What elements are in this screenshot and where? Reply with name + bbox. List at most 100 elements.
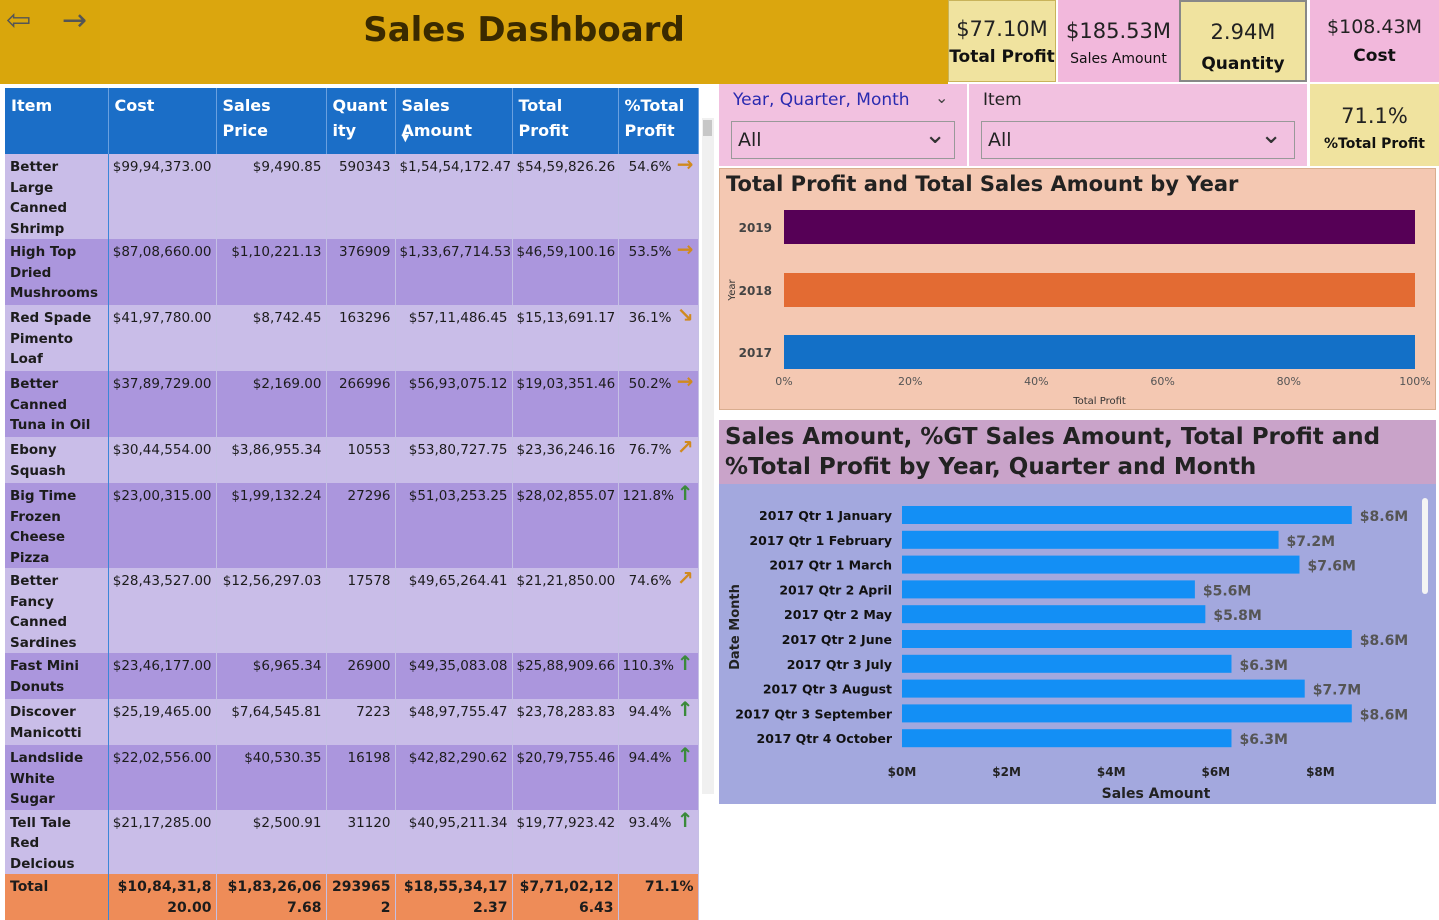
kpi-quantity: 2.94M Quantity xyxy=(1179,0,1307,82)
table-cell-item: Better Large Canned Shrimp xyxy=(5,154,109,239)
forward-icon[interactable]: → xyxy=(62,4,87,38)
table-cell-pct: 94.4% ↑ xyxy=(618,743,699,810)
cell-value: $3,86,955.34 xyxy=(231,442,322,458)
table-row[interactable]: Discover Manicotti $25,19,465.00 $7,64,545… xyxy=(5,699,699,745)
x-tick-label: $4M xyxy=(1097,765,1126,779)
cell-value: Discover Manicotti xyxy=(10,704,82,741)
x-tick-label: $0M xyxy=(888,765,917,779)
total-cell-profit: $7,71,02,126.43 xyxy=(512,874,619,920)
column-header-total-profit[interactable]: Total Profit xyxy=(512,88,619,154)
cell-value: $1,33,67,714.53 xyxy=(399,244,512,260)
table-row[interactable]: Ebony Squash $30,44,554.00 $3,86,955.34 105… xyxy=(5,437,699,483)
cell-value: $87,08,660.00 xyxy=(112,244,212,260)
chevron-down-icon[interactable]: ⌄ xyxy=(924,120,946,150)
cell-value: $25,19,465.00 xyxy=(112,704,212,720)
table-cell-item: Ebony Squash xyxy=(5,437,109,483)
table-cell-price: $3,86,955.34 xyxy=(216,437,327,483)
table-cell-sales: $51,03,253.25 xyxy=(395,483,513,568)
cell-value: Landslide White Sugar xyxy=(10,750,84,807)
kpi-pct-total-profit: 71.1% %Total Profit xyxy=(1310,84,1439,166)
data-label: $7.2M xyxy=(1287,534,1335,550)
table-cell-price: $6,965.34 xyxy=(216,653,327,699)
chart-profit-sales-by-year: Total Profit and Total Sales Amount by Y… xyxy=(719,168,1436,410)
table-row[interactable]: Better Fancy Canned Sardines $28,43,527.0… xyxy=(5,568,699,653)
column-header-sales-price[interactable]: Sales Price xyxy=(216,88,327,154)
y-tick-label: 2017 Qtr 2 May xyxy=(784,607,892,622)
arrow-up-icon: ↑ xyxy=(676,807,694,832)
column-header-cost[interactable]: Cost xyxy=(108,88,217,154)
cell-value: $2,169.00 xyxy=(252,376,322,392)
y-tick-label: 2017 Qtr 3 July xyxy=(787,657,892,672)
data-label: $6.3M xyxy=(1239,732,1287,748)
slicer-dropdown[interactable]: All ⌄ xyxy=(731,120,955,159)
kpi-total-profit: $77.10M Total Profit xyxy=(948,0,1056,82)
bar-month xyxy=(902,630,1352,648)
chevron-down-icon[interactable]: ⌄ xyxy=(935,88,948,107)
total-cell-pct: 71.1% xyxy=(618,874,699,920)
x-tick-label: $8M xyxy=(1306,765,1335,779)
bar-2018 xyxy=(784,273,1415,307)
cell-value: $23,36,246.16 xyxy=(516,442,616,458)
cell-value: $25,88,909.66 xyxy=(516,658,616,674)
cell-value: $51,03,253.25 xyxy=(408,488,508,504)
table-row[interactable]: Red Spade Pimento Loaf $41,97,780.00 $8,74… xyxy=(5,305,699,371)
kpi-label: Quantity xyxy=(1201,54,1285,74)
cell-value: $23,00,315.00 xyxy=(112,488,212,504)
table-cell-cost: $21,17,285.00 xyxy=(108,809,217,874)
table-row[interactable]: Big Time Frozen Cheese Pizza $23,00,315.0… xyxy=(5,483,699,568)
table-cell-item: High Top Dried Mushrooms xyxy=(5,239,109,305)
table-row[interactable]: Tell Tale Red Delcious $21,17,285.00 $2,50… xyxy=(5,807,699,874)
x-tick-label: 80% xyxy=(1277,375,1301,388)
chevron-down-icon[interactable]: ⌄ xyxy=(1260,120,1282,150)
data-table: Item Cost Sales Price Quant ity Sales Am… xyxy=(5,88,718,920)
table-row[interactable]: Better Canned Tuna in Oil $37,89,729.00 $2… xyxy=(5,369,699,437)
arrow-up-icon: ↑ xyxy=(676,743,694,767)
table-cell-pct: 121.8% ↑ xyxy=(618,483,699,568)
data-label: $6.3M xyxy=(1239,658,1287,674)
cell-value: $6,965.34 xyxy=(252,658,322,674)
bar-month xyxy=(902,506,1352,524)
cell-value: 94.4% xyxy=(628,704,672,720)
back-icon[interactable]: ⇦ xyxy=(6,4,31,38)
kpi-value: $108.43M xyxy=(1327,16,1422,38)
cell-value: $40,530.35 xyxy=(244,750,322,766)
arrow-right-icon: → xyxy=(676,369,694,393)
cell-value: 16198 xyxy=(347,750,391,766)
column-header-item[interactable]: Item xyxy=(5,88,109,154)
bar-2019 xyxy=(784,210,1415,244)
slicer-dropdown[interactable]: All ⌄ xyxy=(981,120,1295,159)
column-header-sales-amount[interactable]: Sales Amount ▼ xyxy=(395,88,513,154)
column-header-quantity[interactable]: Quant ity xyxy=(326,88,396,154)
cell-value: $56,93,075.12 xyxy=(408,376,508,392)
table-cell-pct: 53.5% → xyxy=(618,239,699,305)
cell-value: $99,94,373.00 xyxy=(112,159,212,175)
table-row[interactable]: Fast Mini Donuts $23,46,177.00 $6,965.34 26… xyxy=(5,651,699,699)
table-row[interactable]: High Top Dried Mushrooms $87,08,660.00 $1,… xyxy=(5,239,699,305)
table-cell-price: $1,99,132.24 xyxy=(216,483,327,568)
cell-value: $23,46,177.00 xyxy=(112,658,212,674)
column-header-pct-total-profit[interactable]: %Total Profit xyxy=(618,88,699,154)
cell-value: $46,59,100.16 xyxy=(516,244,616,260)
cell-value: $19,77,923.42 xyxy=(516,814,616,831)
cell-value: 94.4% xyxy=(628,750,672,766)
cell-value: 590343 xyxy=(338,159,391,175)
total-cell-item: Total xyxy=(5,874,109,920)
table-row[interactable]: Landslide White Sugar $22,02,556.00 $40,53… xyxy=(5,743,699,810)
table-cell-pct: 74.6% ↗ xyxy=(618,568,699,653)
table-cell-qty: 26900 xyxy=(326,653,396,699)
chart-scrollbar-thumb[interactable] xyxy=(1422,498,1428,594)
table-cell-profit: $23,78,283.83 xyxy=(512,699,619,745)
cell-value: Better Canned Tuna in Oil xyxy=(10,376,91,433)
table-cell-qty: 163296 xyxy=(326,305,396,371)
cell-value: $21,17,285.00 xyxy=(112,814,212,831)
table-row[interactable]: Better Large Canned Shrimp $99,94,373.00 $… xyxy=(5,154,699,239)
x-tick-label: $6M xyxy=(1201,765,1230,779)
table-cell-qty: 590343 xyxy=(326,154,396,239)
cell-value: $48,97,755.47 xyxy=(408,704,508,720)
arrow-up-icon: ↑ xyxy=(676,651,694,675)
table-cell-profit: $54,59,826.26 xyxy=(512,154,619,239)
table-scrollbar[interactable] xyxy=(702,118,714,794)
cell-value: $57,11,486.45 xyxy=(408,310,508,326)
cell-value: $1,99,132.24 xyxy=(231,488,322,504)
scrollbar-thumb[interactable] xyxy=(703,120,712,136)
